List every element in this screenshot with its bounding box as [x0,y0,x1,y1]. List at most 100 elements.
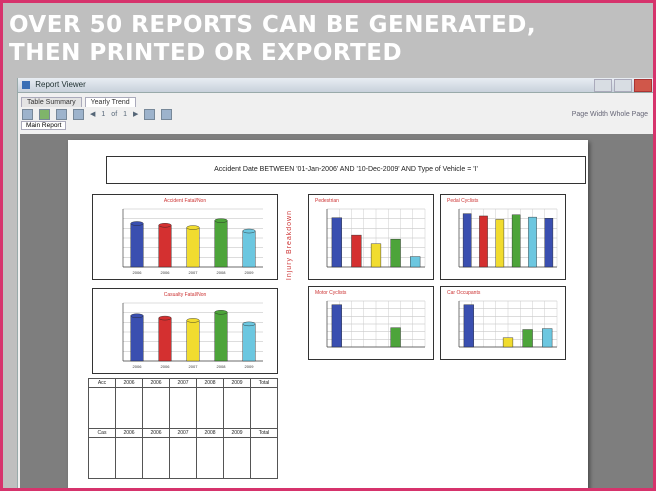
report-tabs: Table Summary Yearly Trend [18,93,653,107]
bar [390,327,401,348]
x-tick-label: 2007 [189,364,199,369]
bar-cap [242,321,256,327]
bar [186,320,200,362]
tab-main-report[interactable]: Main Report [21,121,67,130]
bar [522,329,533,348]
zoom-select[interactable]: Page Width Whole Page [572,111,648,118]
bar-cap [130,221,144,226]
bar [214,220,228,268]
report-page: Accident Date BETWEEN '01-Jan-2006' AND … [68,140,588,488]
bar [242,230,256,268]
viewer-toolbar: ◀ 1 of 1 ▶ Page Width Whole Page [18,107,653,121]
chart-6 [458,300,558,348]
window-controls [594,79,652,92]
bar [544,218,554,268]
zoom-icon[interactable] [161,108,173,120]
maximize-button[interactable] [614,79,632,92]
prev-page-icon[interactable]: ◀ [90,110,95,118]
bar [511,214,521,268]
x-tick-label: 2009 [245,364,255,369]
bar-cap [158,223,172,228]
headline-line-2: THEN PRINTED OR EXPORTED [9,40,403,66]
bar-cap [158,315,172,321]
acc-table-header-col-5: 2009 [223,378,251,388]
acc-table-header-col-6: Total [250,378,278,388]
chart-box-4: Pedal Cyclists [440,194,566,280]
next-page-icon[interactable]: ▶ [133,110,138,118]
chart-box-5: Motor Cyclists [308,286,434,360]
chart-5 [326,300,426,348]
cas-table-body [88,437,278,479]
bar-cap [214,218,228,223]
page-current[interactable]: 1 [101,111,105,118]
layout-icon[interactable] [73,108,84,120]
minimize-button[interactable] [594,79,612,92]
x-tick-label: 2006 [133,270,143,275]
report-viewport[interactable]: Accident Date BETWEEN '01-Jan-2006' AND … [20,134,653,488]
bar [130,223,144,268]
app-icon [22,80,30,89]
window-titlebar: Report Viewer [18,78,653,93]
acc-table-header-col-4: 2008 [196,378,224,388]
window-title: Report Viewer [35,80,86,89]
x-tick-label: 2006 [161,270,171,275]
x-tick-label: 2008 [217,270,227,275]
subtab-bar: Main Report [18,121,653,132]
bar [390,238,401,268]
bar-cap [130,313,144,318]
bar [462,213,472,268]
chart-box-2: Casualty Fatal/Non 2006 2006 2007 2008 2009 [92,288,278,374]
ad-frame: OVER 50 REPORTS CAN BE GENERATED, THEN P… [0,0,656,491]
cas-table-header-col-5: 2009 [223,428,251,438]
headline-line-1: OVER 50 REPORTS CAN BE GENERATED, [9,12,537,38]
bar [542,328,553,348]
tab-yearly-trend[interactable]: Yearly Trend [84,97,136,107]
acc-table-header: Acc 2006 2006 2007 2008 2009 Total [88,378,278,388]
cas-table-header-col-0: Cas [88,428,116,438]
bar [158,317,172,362]
bar [214,312,228,362]
acc-table-header-col-3: 2007 [169,378,197,388]
bar-cap [186,318,200,323]
acc-table-header-col-1: 2006 [115,378,143,388]
print-icon[interactable] [56,108,67,120]
acc-table-body [88,387,278,429]
headline: OVER 50 REPORTS CAN BE GENERATED, THEN P… [9,11,649,67]
bar [351,234,362,268]
bar [158,225,172,268]
x-tick-label: 2006 [133,364,143,369]
export-icon[interactable] [22,108,33,120]
acc-table: Acc 2006 2006 2007 2008 2009 Total Cas 2006 2006… [88,378,278,479]
bar [479,215,488,268]
bar [410,256,421,268]
chart-2: 2006 2006 2007 2008 2009 [122,302,263,369]
bar [370,243,382,268]
page-total: 1 [123,110,128,118]
chart-4 [458,208,558,268]
tab-table-summary[interactable]: Table Summary [21,97,82,107]
bar [495,219,505,268]
close-button[interactable] [634,79,652,92]
cas-table-header-col-1: 2006 [115,428,143,438]
page-sep: of [111,110,118,118]
bar-cap [186,225,200,230]
bar [130,315,144,362]
chart-box-1: Accident Fatal/Non 2006 2006 2007 2008 2009 [92,194,278,280]
chart-box-6: Car Occupants [440,286,566,360]
bar [331,217,342,268]
bar-cap [214,310,228,315]
acc-table-header-col-2: 2006 [142,378,170,388]
refresh-icon[interactable] [39,108,50,120]
x-tick-label: 2007 [189,270,199,275]
find-icon[interactable] [144,108,156,120]
bar-cap [242,228,256,234]
x-tick-label: 2008 [217,364,227,369]
cas-table-header-col-3: 2007 [169,428,197,438]
report-title: Accident Date BETWEEN '01-Jan-2006' AND … [106,156,586,184]
bar [186,227,200,268]
bar [528,216,537,268]
bar [502,337,514,348]
chart-1: 2006 2006 2007 2008 2009 [122,208,263,275]
chart-box-3: Pedestrian [308,194,434,280]
x-tick-label: 2006 [161,364,171,369]
